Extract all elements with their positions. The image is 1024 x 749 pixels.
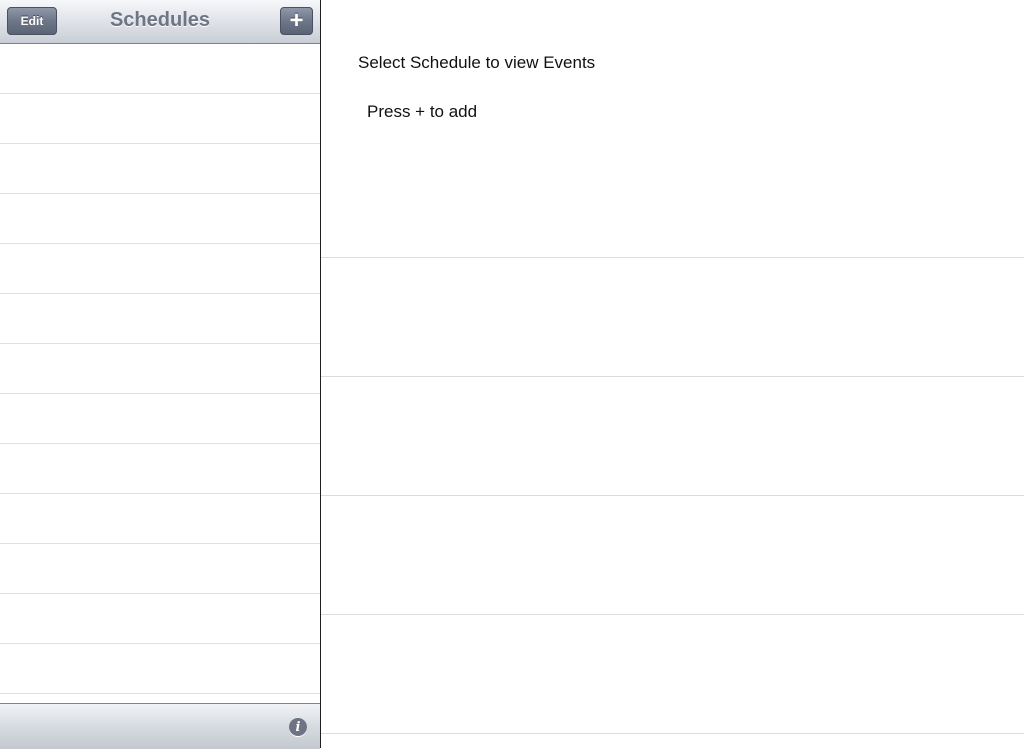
list-item[interactable]	[0, 594, 320, 644]
list-item[interactable]	[0, 294, 320, 344]
list-item[interactable]	[0, 544, 320, 594]
divider	[321, 376, 1024, 377]
list-item[interactable]	[0, 94, 320, 144]
divider	[321, 614, 1024, 615]
divider	[321, 733, 1024, 734]
divider	[321, 257, 1024, 258]
schedule-list	[0, 44, 320, 694]
divider	[321, 495, 1024, 496]
add-schedule-button[interactable]: +	[280, 7, 313, 35]
bottom-toolbar: i	[0, 703, 320, 749]
navigation-bar: Edit Schedules +	[0, 0, 320, 44]
empty-state-hint: Press + to add	[367, 102, 478, 121]
master-pane: Edit Schedules + i	[0, 0, 321, 749]
list-item[interactable]	[0, 144, 320, 194]
page-title: Schedules	[109, 9, 211, 31]
detail-pane: Select Schedule to view Events Press + t…	[321, 0, 1024, 748]
list-item[interactable]	[0, 344, 320, 394]
list-item[interactable]	[0, 194, 320, 244]
list-item[interactable]	[0, 444, 320, 494]
list-item[interactable]	[0, 244, 320, 294]
list-item[interactable]	[0, 644, 320, 694]
list-item[interactable]	[0, 494, 320, 544]
info-icon[interactable]: i	[289, 718, 307, 736]
empty-state-message: Select Schedule to view Events	[358, 53, 596, 72]
list-item[interactable]	[0, 44, 320, 94]
list-item[interactable]	[0, 394, 320, 444]
